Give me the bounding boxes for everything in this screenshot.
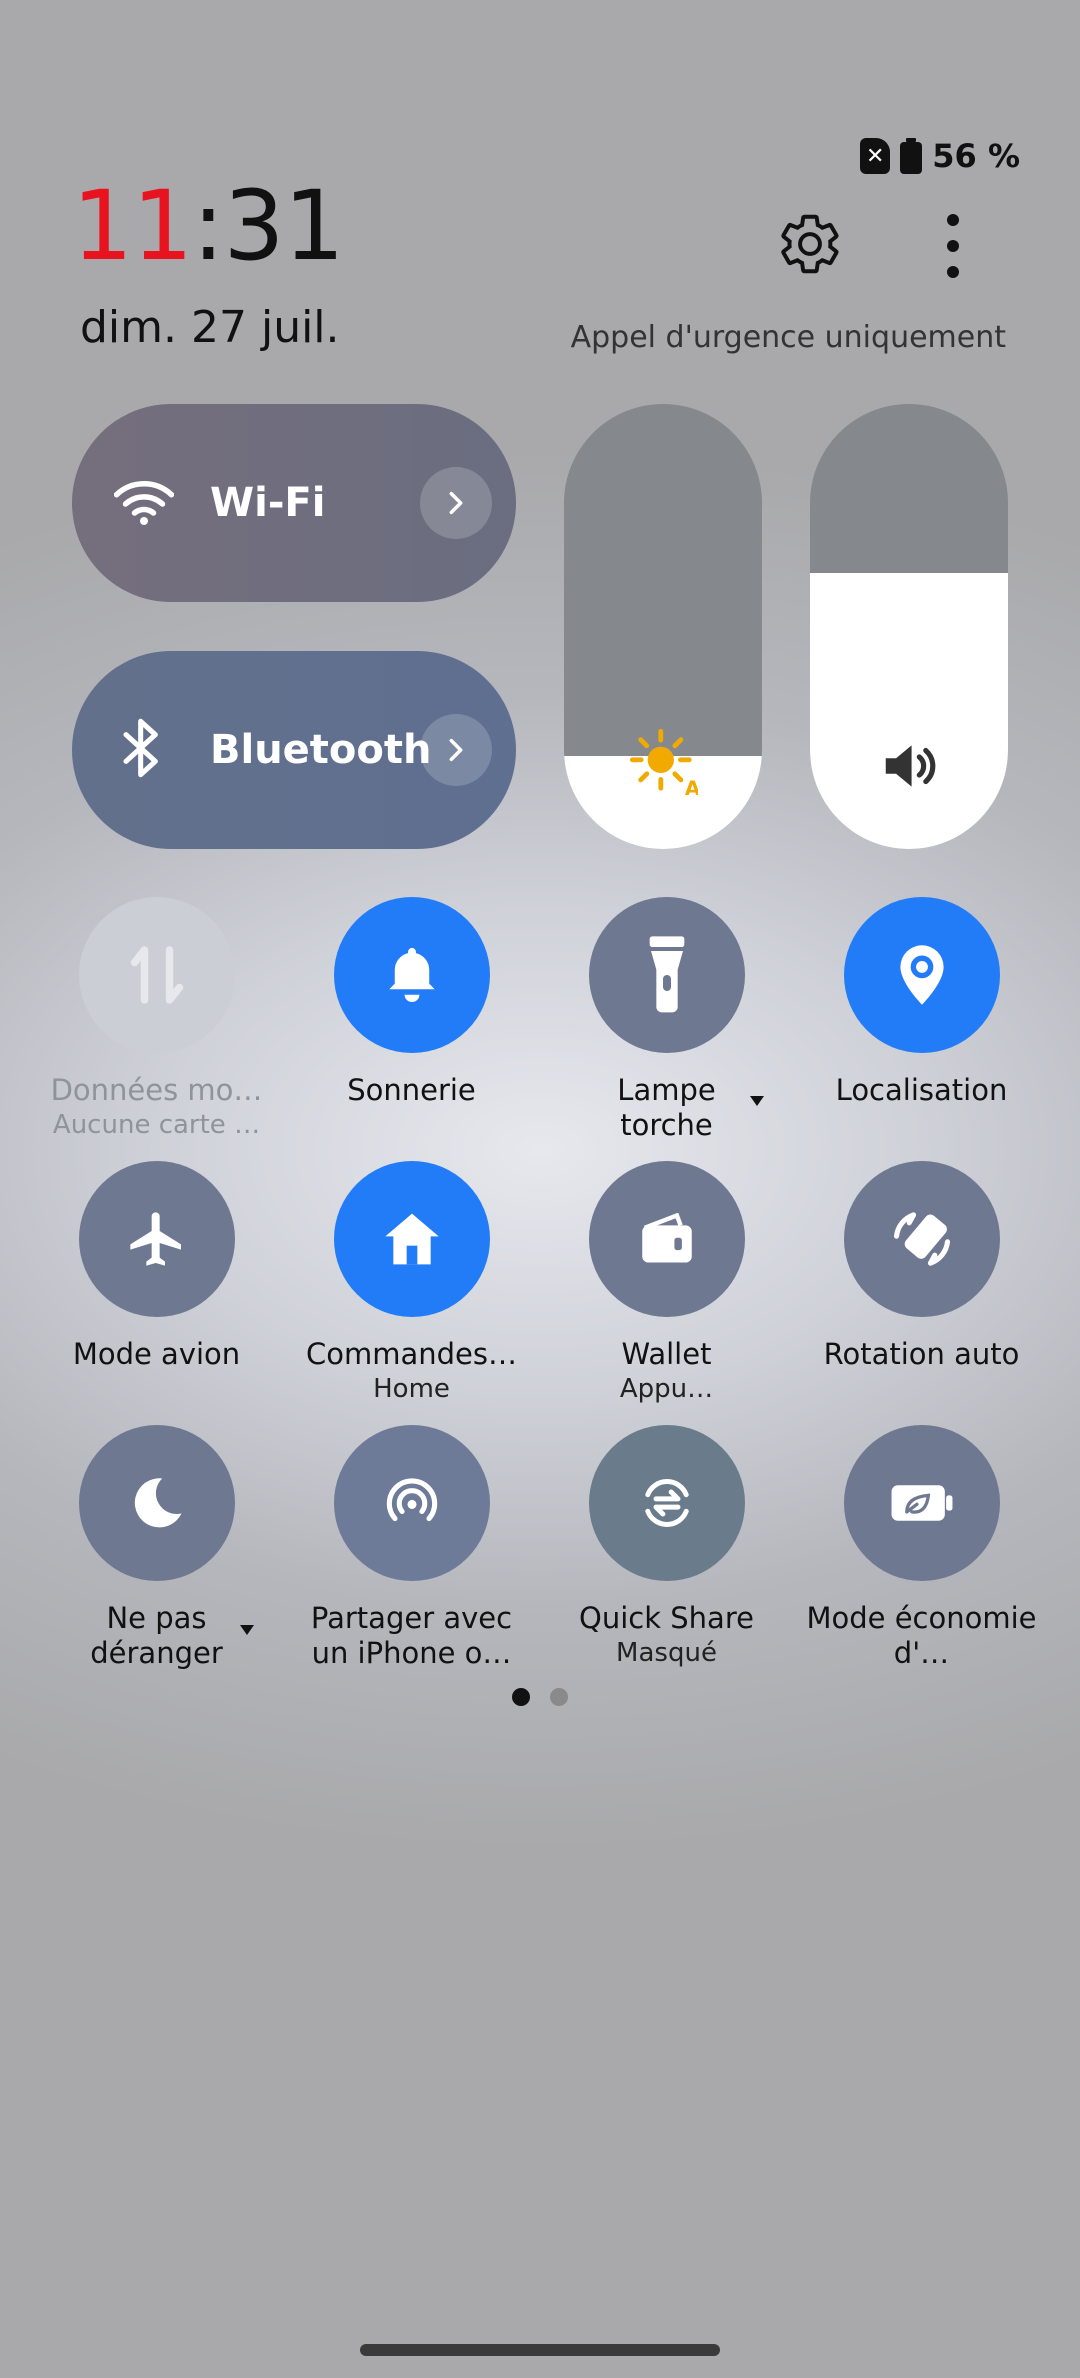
tile-sublabel: Aucune carte … bbox=[52, 1110, 261, 1140]
svg-text:A: A bbox=[685, 777, 698, 797]
tile-label: Lampe torche bbox=[617, 1073, 716, 1142]
settings-gear-icon[interactable] bbox=[776, 210, 844, 278]
home-gesture-bar[interactable] bbox=[360, 2344, 720, 2356]
tile-ringer[interactable]: Sonnerie bbox=[284, 897, 539, 1108]
tile-sublabel: Appu… bbox=[619, 1374, 714, 1404]
emergency-calls-only: Appel d'urgence uniquement bbox=[570, 320, 1006, 355]
clock-minutes: :31 bbox=[192, 170, 344, 282]
tile-sublabel: Masqué bbox=[616, 1638, 717, 1668]
battery-percent: 56 % bbox=[932, 137, 1020, 175]
airplane-icon[interactable] bbox=[78, 1161, 235, 1317]
tile-do-not-disturb[interactable]: Ne pas déranger bbox=[29, 1425, 284, 1671]
wifi-details-button[interactable] bbox=[420, 467, 492, 539]
clock-hours: 11 bbox=[72, 170, 193, 282]
tile-label: Commandes… bbox=[305, 1337, 517, 1371]
no-sim-icon: ✕ bbox=[860, 138, 891, 174]
tile-home-controls[interactable]: Commandes… Home bbox=[284, 1161, 539, 1406]
tile-wallet[interactable]: Wallet Appu… bbox=[539, 1161, 794, 1406]
caret-down-icon[interactable] bbox=[240, 1625, 254, 1635]
tile-auto-rotate[interactable]: Rotation auto bbox=[794, 1161, 1049, 1372]
tile-label: Mode économie d'… bbox=[806, 1601, 1037, 1670]
tile-label: Quick Share bbox=[579, 1601, 754, 1635]
tile-share-iphone[interactable]: Partager avec un iPhone o… bbox=[284, 1425, 539, 1671]
brightness-slider[interactable]: A bbox=[564, 404, 762, 849]
bluetooth-toggle[interactable]: Bluetooth bbox=[72, 651, 516, 849]
bluetooth-label: Bluetooth bbox=[210, 727, 432, 773]
rotation-icon[interactable] bbox=[843, 1161, 1000, 1317]
tile-label: Sonnerie bbox=[347, 1073, 476, 1107]
date[interactable]: dim. 27 juil. bbox=[80, 302, 340, 353]
status-bar: ✕ 56 % bbox=[860, 134, 1020, 178]
clock[interactable]: 11:31 bbox=[72, 178, 345, 274]
speaker-icon bbox=[878, 735, 940, 801]
tile-battery-saver[interactable]: Mode économie d'… bbox=[794, 1425, 1049, 1671]
flashlight-icon[interactable] bbox=[588, 897, 745, 1053]
page-dot[interactable] bbox=[550, 1688, 568, 1706]
chevron-right-icon bbox=[449, 738, 463, 762]
bluetooth-details-button[interactable] bbox=[420, 714, 492, 786]
more-options-icon[interactable] bbox=[938, 214, 968, 278]
mobile-data-icon[interactable] bbox=[78, 897, 235, 1053]
volume-slider[interactable] bbox=[810, 404, 1008, 849]
wifi-icon bbox=[113, 476, 175, 530]
tile-label: Wallet bbox=[621, 1337, 712, 1371]
tile-label: Partager avec un iPhone o… bbox=[310, 1601, 513, 1670]
tile-label: Mode avion bbox=[72, 1337, 241, 1371]
bell-icon[interactable] bbox=[333, 897, 490, 1053]
auto-brightness-icon: A bbox=[628, 727, 701, 801]
quick-share-icon[interactable] bbox=[588, 1425, 745, 1581]
bluetooth-icon bbox=[120, 716, 164, 784]
tile-label: Ne pas déranger bbox=[90, 1601, 223, 1670]
caret-down-icon[interactable] bbox=[750, 1096, 764, 1106]
home-icon[interactable] bbox=[333, 1161, 490, 1317]
battery-saver-icon[interactable] bbox=[843, 1425, 1000, 1581]
location-icon[interactable] bbox=[843, 897, 1000, 1053]
page-dot-active[interactable] bbox=[512, 1688, 530, 1706]
share-iphone-icon[interactable] bbox=[333, 1425, 490, 1581]
battery-icon bbox=[900, 138, 923, 174]
wifi-label: Wi-Fi bbox=[210, 480, 326, 526]
tile-label: Rotation auto bbox=[823, 1337, 1020, 1371]
tile-flashlight[interactable]: Lampe torche bbox=[539, 897, 794, 1143]
tile-mobile-data[interactable]: Données mo… Aucune carte … bbox=[29, 897, 284, 1142]
tile-quick-share[interactable]: Quick Share Masqué bbox=[539, 1425, 794, 1670]
tile-airplane-mode[interactable]: Mode avion bbox=[29, 1161, 284, 1372]
wifi-toggle[interactable]: Wi-Fi bbox=[72, 404, 516, 602]
volume-fill bbox=[810, 573, 1008, 849]
tile-label: Localisation bbox=[835, 1073, 1008, 1107]
moon-icon[interactable] bbox=[78, 1425, 235, 1581]
page-indicator bbox=[512, 1688, 568, 1706]
wallet-icon[interactable] bbox=[588, 1161, 745, 1317]
tile-sublabel: Home bbox=[373, 1374, 450, 1404]
tile-label: Données mo… bbox=[50, 1073, 263, 1107]
tile-location[interactable]: Localisation bbox=[794, 897, 1049, 1108]
chevron-right-icon bbox=[449, 491, 463, 515]
